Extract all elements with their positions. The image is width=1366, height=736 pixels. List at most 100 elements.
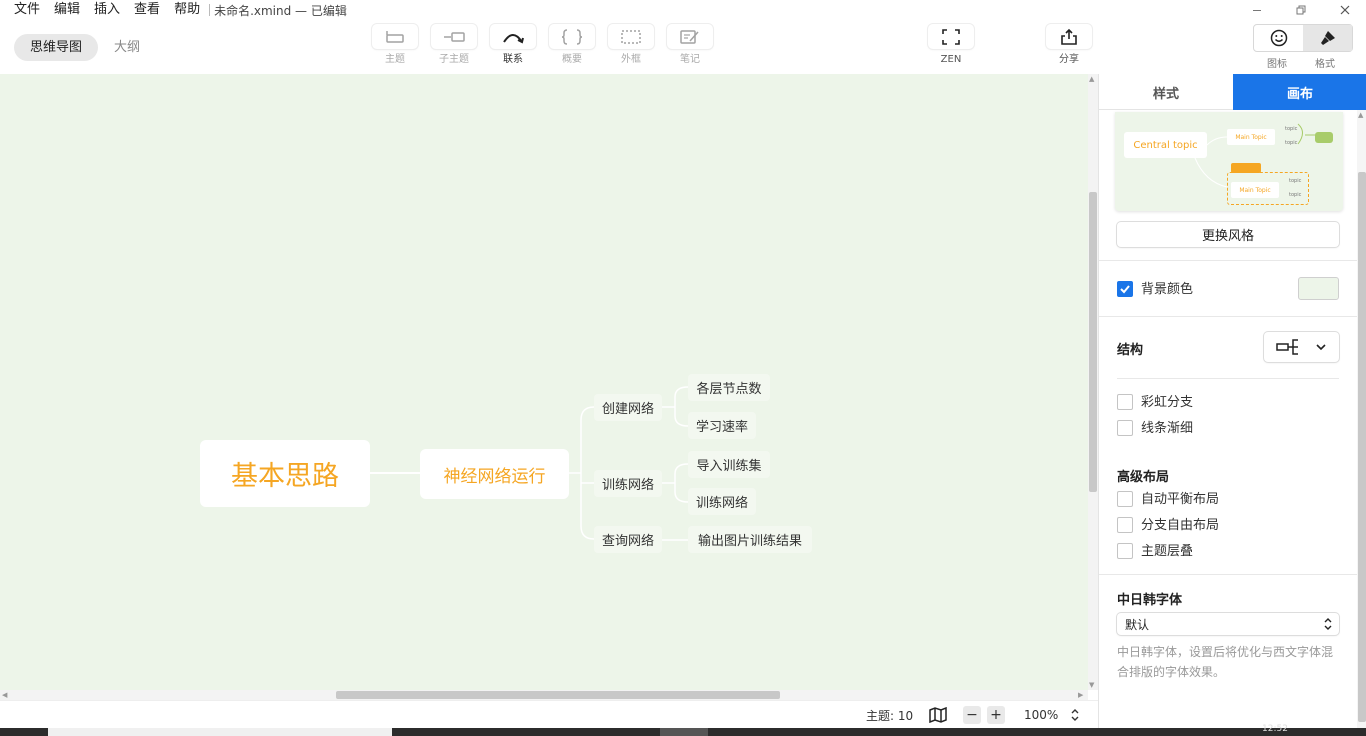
tab-canvas[interactable]: 画布 [1233, 74, 1366, 110]
leaf-layer-nodes[interactable]: 各层节点数 [688, 374, 770, 401]
zoom-level[interactable]: 100% [1024, 708, 1058, 722]
zoom-stepper-icon[interactable] [1066, 706, 1084, 724]
zoom-out-button[interactable]: − [963, 706, 981, 724]
panel-scrollbar[interactable]: ▲ [1357, 110, 1366, 728]
format-panel-label: 格式 [1315, 59, 1335, 70]
format-panel-button[interactable] [1303, 25, 1352, 51]
minimize-icon[interactable] [1234, 0, 1280, 20]
relationship-icon [490, 24, 536, 49]
background-color-label: 背景颜色 [1141, 282, 1194, 297]
taskbar-window-b[interactable] [660, 728, 708, 736]
tab-style[interactable]: 样式 [1099, 74, 1233, 110]
share-tool[interactable]: 分享 [1045, 24, 1093, 70]
zen-tool[interactable]: ZEN [927, 24, 975, 70]
taskbar-clock: 12:52 [1262, 724, 1288, 734]
scroll-right-icon[interactable]: ▶ [1078, 690, 1083, 700]
rainbow-branch-checkbox[interactable] [1117, 394, 1133, 410]
structure-title: 结构 [1117, 343, 1144, 358]
theme-preview[interactable]: Central topic Main Topic topic topic Mai… [1115, 112, 1343, 211]
change-style-button[interactable]: 更换风格 [1117, 222, 1339, 247]
cjk-font-value: 默认 [1125, 617, 1150, 632]
format-panel: 样式 画布 Central topic Main Topic topic top… [1098, 74, 1366, 728]
preview-topic-2: topic [1285, 140, 1298, 146]
background-color-checkbox[interactable] [1117, 281, 1133, 297]
divider [1099, 574, 1366, 575]
structure-select[interactable] [1264, 332, 1339, 362]
mindmap-canvas[interactable]: 基本思路 神经网络运行 创建网络 训练网络 查询网络 各层节点数 学习速率 导入… [0, 74, 1088, 690]
vertical-scroll-thumb[interactable] [1089, 192, 1097, 492]
connector-lines [370, 386, 689, 541]
leaf-learning-rate[interactable]: 学习速率 [688, 412, 756, 439]
divider [1099, 316, 1366, 317]
scroll-down-icon[interactable]: ▼ [1089, 680, 1094, 690]
main-topic[interactable]: 神经网络运行 [420, 449, 569, 499]
cjk-font-title: 中日韩字体 [1117, 593, 1183, 608]
topic-label: 主题 [385, 54, 405, 65]
subtopic-create-network[interactable]: 创建网络 [594, 394, 662, 421]
scroll-left-icon[interactable]: ◀ [2, 690, 7, 700]
preview-topic-4: topic [1289, 192, 1302, 198]
brush-icon [1320, 31, 1335, 45]
panel-scroll-thumb[interactable] [1358, 172, 1366, 722]
horizontal-scroll-thumb[interactable] [336, 691, 780, 699]
free-branch-label: 分支自由布局 [1141, 518, 1220, 533]
close-icon[interactable] [1322, 0, 1366, 20]
icon-panel-button[interactable] [1254, 25, 1303, 51]
scroll-up-icon[interactable]: ▲ [1089, 74, 1094, 84]
relationship-tool[interactable]: 联系 [489, 24, 537, 70]
checkmark-icon [1120, 285, 1130, 294]
menu-bar: 文件 编辑 插入 查看 帮助 未命名.xmind — 已编辑 [0, 0, 1366, 20]
note-icon [667, 24, 713, 49]
cjk-font-select[interactable]: 默认 [1117, 613, 1339, 635]
map-icon[interactable] [929, 706, 947, 724]
leaf-import-training-set[interactable]: 导入训练集 [688, 451, 770, 478]
subtopic-train-network[interactable]: 训练网络 [594, 470, 662, 497]
document-title: 未命名.xmind — 已编辑 [214, 3, 347, 18]
subtopic-tool[interactable]: 子主题 [430, 24, 478, 70]
restore-icon[interactable] [1278, 0, 1324, 20]
topic-overlap-checkbox[interactable] [1117, 543, 1133, 559]
canvas-horizontal-scrollbar[interactable]: ◀ ▶ [0, 690, 1088, 700]
advanced-layout-title: 高级布局 [1117, 470, 1170, 485]
summary-tool[interactable]: 概要 [548, 24, 596, 70]
divider [1117, 378, 1339, 379]
zen-label: ZEN [940, 54, 962, 65]
summary-label: 概要 [562, 54, 582, 65]
rainbow-branch-label: 彩虹分支 [1141, 395, 1194, 410]
preview-central-topic: Central topic [1124, 132, 1207, 158]
leaf-output-results[interactable]: 输出图片训练结果 [688, 526, 812, 553]
boundary-label: 外框 [621, 54, 641, 65]
tab-outline[interactable]: 大纲 [98, 34, 156, 61]
zoom-in-button[interactable]: + [987, 706, 1005, 724]
note-tool[interactable]: 笔记 [666, 24, 714, 70]
topic-tool[interactable]: 主题 [371, 24, 419, 70]
free-branch-checkbox[interactable] [1117, 517, 1133, 533]
preview-topic-1: topic [1285, 126, 1298, 132]
boundary-tool[interactable]: 外框 [607, 24, 655, 70]
topic-icon [372, 24, 418, 49]
canvas-vertical-scrollbar[interactable]: ▲ ▼ [1088, 74, 1098, 690]
subtopic-query-network[interactable]: 查询网络 [594, 526, 662, 553]
panel-scroll-up-icon[interactable]: ▲ [1358, 110, 1363, 120]
boundary-icon [608, 24, 654, 49]
menu-help[interactable]: 帮助 [167, 0, 207, 20]
subtopic-label: 子主题 [439, 54, 469, 65]
menu-insert[interactable]: 插入 [87, 0, 127, 20]
taskbar-window-a[interactable] [48, 728, 392, 736]
auto-balance-label: 自动平衡布局 [1141, 492, 1220, 507]
menu-view[interactable]: 查看 [127, 0, 167, 20]
central-topic[interactable]: 基本思路 [200, 440, 370, 507]
xmind-window: 文件 编辑 插入 查看 帮助 未命名.xmind — 已编辑 思维导图 大纲 主… [0, 0, 1366, 736]
background-color-swatch[interactable] [1298, 277, 1339, 300]
panel-toggle [1253, 24, 1353, 52]
tapered-lines-checkbox[interactable] [1117, 420, 1133, 436]
preview-green-topic [1315, 132, 1333, 143]
tab-mindmap[interactable]: 思维导图 [14, 34, 99, 61]
menu-file[interactable]: 文件 [0, 0, 47, 20]
leaf-train-network[interactable]: 训练网络 [688, 488, 756, 515]
menu-edit[interactable]: 编辑 [47, 0, 87, 20]
auto-balance-checkbox[interactable] [1117, 491, 1133, 507]
preview-main-topic-1: Main Topic [1227, 129, 1275, 145]
icon-panel-label: 图标 [1267, 59, 1287, 70]
fullscreen-icon [928, 24, 974, 49]
